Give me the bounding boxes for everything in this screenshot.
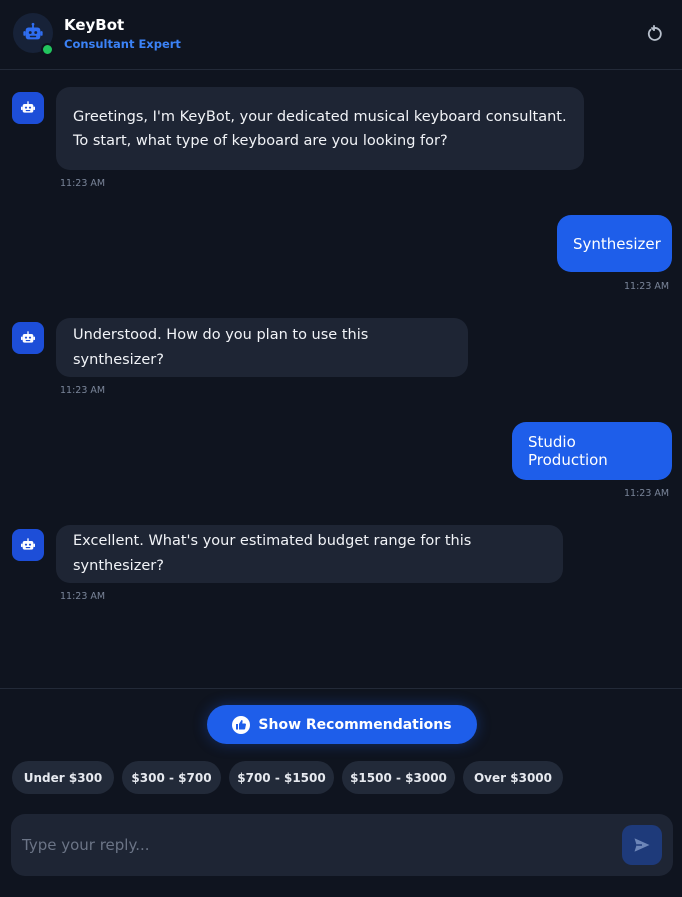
budget-option-1500-3000[interactable]: $1500 - $3000: [342, 761, 455, 794]
user-message-bubble: Synthesizer: [557, 215, 672, 272]
robot-icon: [21, 101, 35, 113]
robot-icon: [21, 538, 35, 550]
bot-message-bubble: Greetings, I'm KeyBot, your dedicated mu…: [56, 87, 584, 170]
robot-icon: [21, 331, 35, 343]
user-message-bubble: Studio Production: [512, 422, 672, 480]
bot-message-bubble: Excellent. What's your estimated budget …: [56, 525, 563, 583]
budget-option-300-700[interactable]: $300 - $700: [122, 761, 221, 794]
message-text-line: Greetings, I'm KeyBot, your dedicated mu…: [73, 108, 567, 125]
thumbs-up-icon: [232, 715, 251, 734]
bot-message-bubble: Understood. How do you plan to use this …: [56, 318, 468, 377]
show-recommendations-button[interactable]: Show Recommendations: [207, 705, 477, 744]
message-timestamp: 11:23 AM: [624, 281, 670, 292]
app-subtitle: Consultant Expert: [64, 37, 181, 51]
message-timestamp: 11:23 AM: [60, 385, 106, 396]
show-recommendations-label: Show Recommendations: [258, 716, 452, 733]
message-text: Synthesizer: [573, 234, 661, 253]
send-button[interactable]: [622, 825, 662, 865]
message-timestamp: 11:23 AM: [60, 591, 106, 602]
reply-input[interactable]: [11, 814, 611, 876]
message-timestamp: 11:23 AM: [60, 178, 106, 189]
footer-divider: [0, 688, 682, 689]
message-text-line: Understood. How do you plan to use this …: [73, 326, 369, 368]
composer: [11, 814, 673, 876]
send-icon: [634, 838, 650, 852]
message-text: Studio Production: [528, 433, 608, 469]
budget-option-700-1500[interactable]: $700 - $1500: [229, 761, 334, 794]
budget-option-under-300[interactable]: Under $300: [12, 761, 114, 794]
reset-button[interactable]: [642, 22, 666, 46]
bot-message-avatar: [12, 92, 44, 124]
message-text-line: To start, what type of keyboard are you …: [73, 132, 448, 149]
robot-icon: [23, 22, 43, 40]
bot-message-avatar: [12, 529, 44, 561]
message-timestamp: 11:23 AM: [624, 488, 670, 499]
bot-message-avatar: [12, 322, 44, 354]
budget-option-over-3000[interactable]: Over $3000: [463, 761, 563, 794]
message-text-line: Excellent. What's your estimated budget …: [73, 533, 472, 574]
online-status-dot: [41, 43, 54, 56]
chat-header: KeyBot Consultant Expert: [0, 0, 682, 70]
refresh-icon: [647, 25, 662, 41]
app-title: KeyBot: [64, 16, 125, 34]
